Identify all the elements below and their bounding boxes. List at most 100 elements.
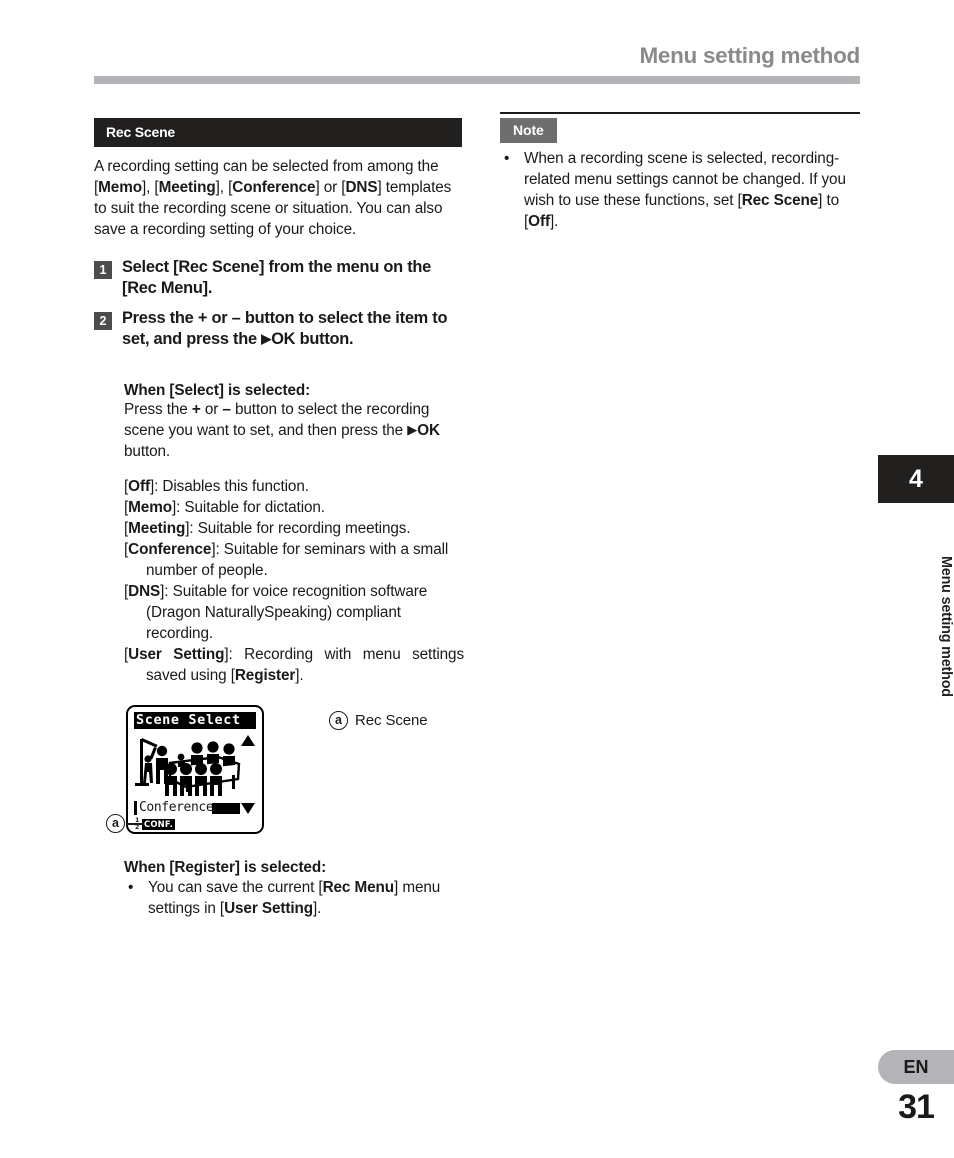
register-heading-bold: Register	[174, 858, 235, 876]
callout-marker-a: a	[106, 813, 125, 833]
def-term-memo: Memo	[128, 499, 172, 517]
select-heading-post: ] is selected:	[218, 382, 311, 400]
def-desc-user-setting-post: ].	[295, 666, 304, 684]
left-column: Rec Scene A recording setting can be sel…	[94, 118, 464, 920]
register-bullet-text: You can save the current [Rec Menu] menu…	[148, 878, 464, 920]
register-bullet-item: • You can save the current [Rec Menu] me…	[124, 878, 464, 920]
page-title: Menu setting method	[639, 43, 860, 68]
definition-off: [Off]: Disables this function.	[124, 478, 309, 496]
right-column: Note • When a recording scene is selecte…	[500, 112, 860, 233]
lcd-selected-item: Conference	[134, 800, 240, 817]
register-bullet-rec-menu: Rec Menu	[322, 878, 395, 896]
select-heading-bold: Select	[174, 382, 219, 400]
step-1-post: ].	[202, 278, 213, 297]
lcd-selection-row: Conference	[134, 800, 256, 818]
def-desc-meeting: ]: Suitable for recording meetings.	[185, 520, 411, 538]
step-2: 2 Press the + or – button to select the …	[94, 308, 462, 350]
register-heading-post: ] is selected:	[234, 858, 327, 876]
step-2-post: button.	[295, 330, 354, 349]
definition-memo: [Memo]: Suitable for dictation.	[124, 499, 325, 517]
select-body-ok: OK	[417, 422, 440, 440]
register-bullet-pre: You can save the current [	[148, 878, 323, 896]
legend-label-rec-scene: Rec Scene	[355, 711, 428, 729]
lcd-fraction-bottom: 2	[135, 823, 140, 831]
step-2-bold-ok: OK	[271, 330, 296, 349]
plus-symbol: +	[191, 401, 201, 419]
def-term-meeting: Meeting	[128, 520, 186, 538]
intro-line2-c: ],	[215, 178, 224, 196]
minus-symbol: –	[222, 401, 231, 419]
step-1-badge: 1	[94, 260, 112, 279]
select-body-3a: then press the	[307, 422, 408, 440]
note-bold-off: Off	[528, 212, 550, 230]
callout-leader-line	[126, 822, 144, 825]
intro-line5: save a recording setting of your choice.	[94, 220, 357, 238]
term-conference: Conference	[232, 178, 316, 196]
definition-user-setting: [User Setting]: Recording with menu sett…	[124, 645, 465, 684]
select-body-1b: button to select the	[230, 401, 363, 419]
play-triangle-icon: ▶	[261, 331, 272, 347]
numbered-steps: 1 Select [Rec Scene] from the menu on th…	[94, 257, 462, 351]
lcd-screen: Scene Select Conference 1 2 CONF. a	[106, 704, 264, 834]
lcd-selected-label: Conference	[139, 800, 214, 816]
select-block-body: Press the + or – button to select the re…	[124, 400, 464, 463]
step-1-pre: Select [	[122, 257, 179, 276]
note-divider	[500, 112, 860, 114]
note-bold-rec-scene: Rec Scene	[741, 191, 819, 209]
def-term-off: Off	[128, 478, 150, 496]
def-desc-dns: ]: Suitable for voice recognition softwa…	[146, 583, 428, 642]
register-bullet-user-setting: User Setting	[224, 899, 313, 917]
play-triangle-icon-2: ▶	[407, 422, 418, 438]
select-body-3b: button.	[124, 443, 171, 461]
bullet-icon: •	[128, 878, 134, 896]
step-1-bold-rec-scene: Rec Scene	[178, 257, 259, 276]
definition-conference: [Conference]: Suitable for seminars with…	[124, 541, 449, 580]
step-2-badge: 2	[94, 312, 112, 331]
term-meeting: Meeting	[158, 178, 216, 196]
step-1: 1 Select [Rec Scene] from the menu on th…	[94, 257, 462, 299]
header-divider	[94, 75, 860, 84]
term-dns: DNS	[345, 178, 378, 196]
chapter-title-vertical: Menu setting method	[938, 555, 954, 697]
scene-definition-list: [Off]: Disables this function. [Memo]: S…	[124, 477, 464, 687]
register-heading-pre: When [	[124, 858, 175, 876]
def-term-conference: Conference	[128, 541, 212, 559]
definition-dns: [DNS]: Suitable for voice recognition so…	[124, 583, 428, 642]
conference-scene-icon	[135, 738, 241, 797]
scroll-up-arrow-icon[interactable]	[241, 735, 255, 747]
page-header: Menu setting method	[94, 43, 860, 84]
lcd-scene-badge: CONF.	[142, 819, 175, 831]
term-memo: Memo	[98, 178, 142, 196]
intro-line1: A recording setting can be selected	[94, 158, 329, 175]
step-1-text: Select [Rec Scene] from the menu on the …	[122, 257, 462, 299]
lcd-scene-pictogram	[134, 731, 256, 799]
intro-line2-b: ], [	[141, 178, 159, 196]
page-number: 31	[898, 1088, 935, 1126]
lcd-title-bar: Scene Select	[134, 711, 256, 730]
select-heading-pre: When [	[124, 382, 175, 400]
lcd-highlight-fill	[212, 803, 240, 815]
note-bullet-item: • When a recording scene is selected, re…	[500, 149, 860, 233]
chapter-number-tab: 4	[878, 455, 954, 503]
note-bullet-icon: •	[504, 150, 510, 167]
register-bullet-post: ].	[312, 899, 322, 917]
language-badge: EN	[878, 1050, 954, 1084]
select-block-heading: When [Select] is selected:	[124, 382, 464, 400]
section-header-rec-scene: Rec Scene	[94, 118, 462, 147]
def-desc-off: ]: Disables this function.	[149, 478, 309, 496]
intro-line4: recording scene or situation. You can al…	[163, 199, 443, 217]
intro-paragraph: A recording setting can be selected from…	[94, 157, 462, 241]
figure-legend: a Rec Scene	[329, 710, 428, 730]
select-block: When [Select] is selected: Press the + o…	[106, 382, 464, 844]
note-tag-label: Note	[500, 118, 557, 143]
register-block-heading: When [Register] is selected:	[124, 859, 464, 877]
lcd-cursor-bar	[134, 801, 137, 816]
def-term-dns: DNS	[128, 583, 161, 601]
register-block: When [Register] is selected: • You can s…	[124, 859, 464, 920]
select-body-or: or	[200, 401, 223, 419]
scroll-down-arrow-icon[interactable]	[241, 803, 255, 815]
note-bullet-text: When a recording scene is selected, reco…	[524, 149, 860, 233]
def-desc-user-setting-register: Register	[234, 666, 296, 684]
step-1-bold-rec-menu: Rec Menu	[127, 278, 203, 297]
note-text-post: ].	[549, 212, 559, 230]
